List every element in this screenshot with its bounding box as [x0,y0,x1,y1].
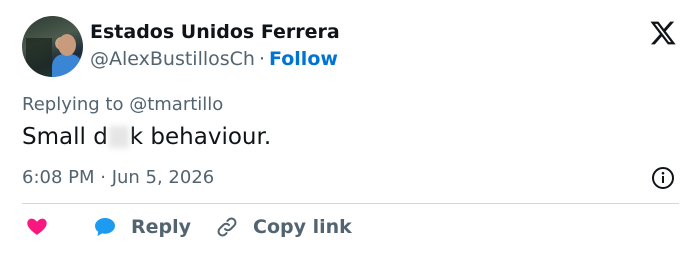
reply-label: Reply [131,216,192,238]
replying-to-text: Replying to @tmartillo [22,94,224,115]
author-handle[interactable]: @AlexBustillosCh [90,48,255,70]
author-display-name[interactable]: Estados Unidos Ferrera [90,21,340,43]
tweet-text-end: k behaviour. [129,124,272,150]
author-handle-line: @AlexBustillosCh · Follow [90,48,338,70]
info-icon[interactable] [651,166,675,190]
x-logo-icon[interactable] [648,19,678,47]
tweet-timestamp[interactable]: 6:08 PM · Jun 5, 2026 [22,167,214,188]
copy-link-button[interactable]: Copy link [215,215,352,239]
like-button[interactable] [26,215,48,237]
divider [22,203,679,204]
censored-blur [108,126,129,148]
handle-separator: · [258,48,266,70]
tweet-text: Small d k behaviour. [22,124,271,150]
copy-link-label: Copy link [253,216,352,238]
follow-button[interactable]: Follow [269,48,338,70]
tweet-text-start: Small d [22,124,108,150]
heart-icon [26,215,48,237]
link-icon [215,215,239,239]
avatar-background [26,38,52,77]
avatar-head [58,34,76,56]
avatar-shirt [52,54,82,77]
reply-button[interactable]: Reply [93,215,191,239]
avatar[interactable] [22,16,83,77]
reply-bubble-icon [93,215,117,239]
